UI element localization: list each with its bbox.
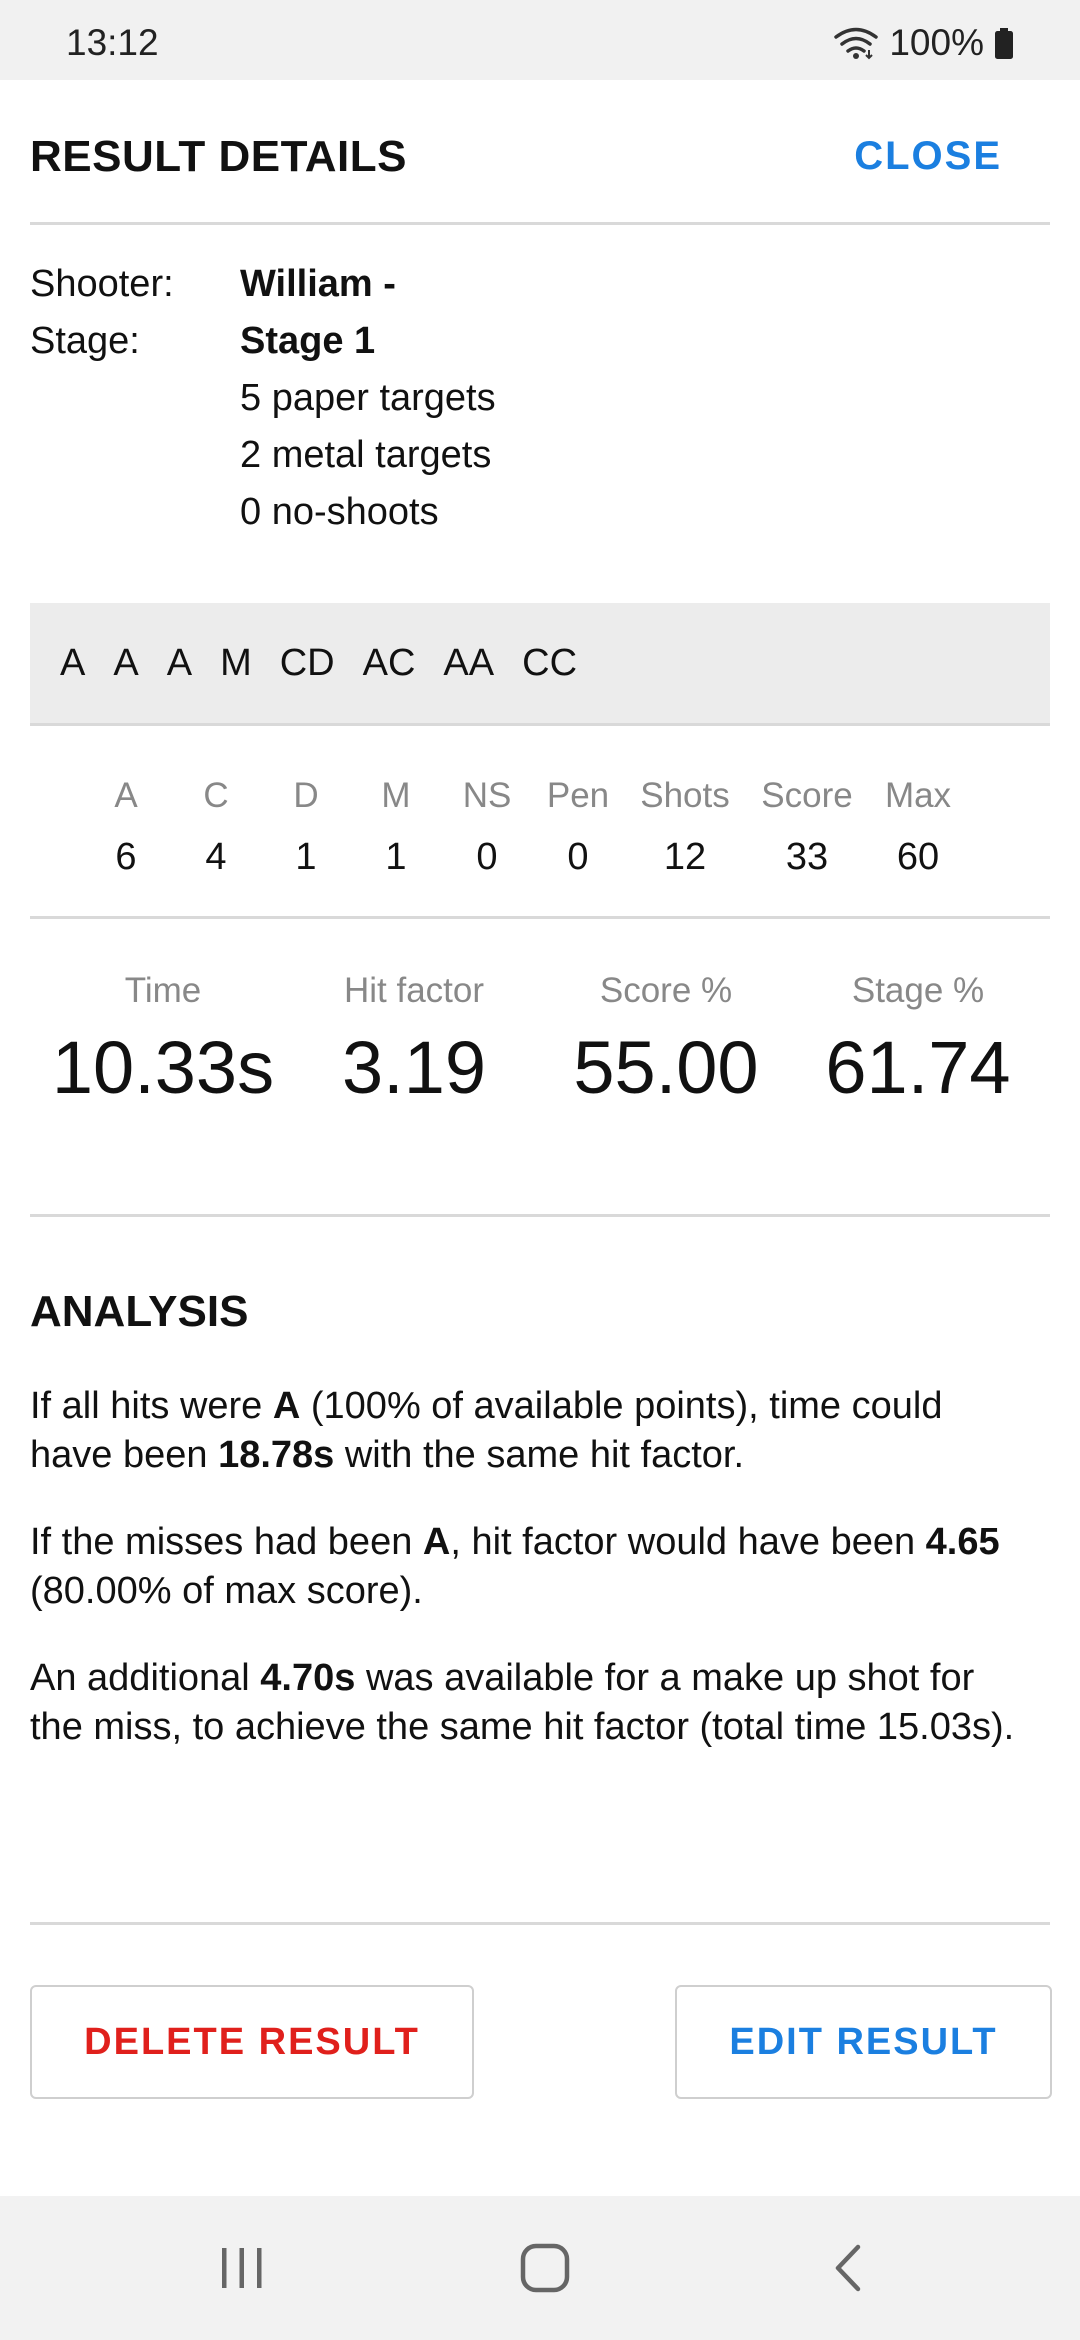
count-header: Shots: [640, 776, 730, 815]
analysis-emphasis: A: [272, 1385, 301, 1427]
hit-item: AC: [362, 641, 416, 684]
count-header: Max: [884, 776, 952, 815]
count-value: 0: [567, 836, 589, 878]
shooter-stage-info: Shooter: William - Stage: Stage 1 5 pape…: [30, 225, 1050, 603]
hit-item: CC: [522, 641, 578, 684]
stat-label: Time: [124, 971, 202, 1010]
hit-item: A: [113, 641, 139, 684]
count-header: NS: [462, 776, 512, 815]
count-col-d: D 1: [293, 726, 318, 878]
analysis-text: If the misses had been: [30, 1521, 423, 1563]
battery-percent: 100%: [889, 22, 984, 63]
stat-value: 10.33s: [51, 1026, 275, 1109]
count-col-score: Score 33: [761, 726, 852, 878]
count-value: 33: [785, 836, 829, 878]
count-header: A: [114, 776, 138, 815]
navigation-bar: [0, 2196, 1080, 2340]
stat-score-percent: Score % 55.00: [573, 919, 758, 1109]
result-details-dialog: RESULT DETAILS CLOSE Shooter: William - …: [30, 80, 1052, 2205]
stat-label: Hit factor: [343, 971, 485, 1010]
count-value: 0: [476, 836, 498, 878]
count-header: Pen: [546, 776, 610, 815]
count-header: Score: [761, 776, 853, 815]
home-icon[interactable]: [485, 2196, 605, 2340]
analysis-emphasis: 4.70s: [260, 1657, 356, 1699]
stage-name: Stage 1: [240, 320, 376, 362]
analysis-emphasis: 4.65: [925, 1521, 1000, 1563]
dialog-title: RESULT DETAILS: [30, 132, 407, 181]
hit-counts-table: A 6 C 4 D 1 M 1 NS 0 Pen 0 Shots 12 Scor…: [30, 726, 1050, 916]
stage-detail-noshoots: 0 no-shoots: [240, 491, 439, 533]
hit-item: A: [60, 641, 86, 684]
analysis-title: ANALYSIS: [30, 1287, 249, 1336]
analysis-paragraph: If all hits were A (100% of available po…: [30, 1382, 1030, 1480]
hit-item: AA: [443, 641, 495, 684]
stage-label: Stage:: [30, 320, 140, 362]
status-bar: 13:12 100%: [0, 0, 1080, 80]
stat-label: Stage %: [851, 971, 985, 1010]
action-buttons: DELETE RESULT EDIT RESULT: [30, 1925, 1052, 2205]
count-value: 12: [663, 836, 707, 878]
count-col-c: C 4: [203, 726, 228, 878]
hits-list: A A A M CD AC AA CC: [60, 603, 605, 723]
result-summary-stats: Time 10.33s Hit factor 3.19 Score % 55.0…: [30, 919, 1050, 1214]
dialog-header: RESULT DETAILS CLOSE: [30, 80, 1050, 222]
analysis-emphasis: A: [422, 1521, 451, 1563]
hits-sequence-bar: A A A M CD AC AA CC: [30, 603, 1050, 723]
stat-hit-factor: Hit factor 3.19: [342, 919, 486, 1109]
status-time: 13:12: [66, 22, 159, 63]
stat-value: 55.00: [573, 1026, 759, 1109]
stat-stage-percent: Stage % 61.74: [825, 919, 1010, 1109]
count-header: C: [203, 776, 229, 815]
delete-result-button[interactable]: DELETE RESULT: [30, 1985, 474, 2099]
count-col-m: M 1: [381, 726, 410, 878]
stat-value: 61.74: [825, 1026, 1011, 1109]
analysis-paragraph: An additional 4.70s was available for a …: [30, 1654, 1030, 1752]
wifi-icon: [833, 26, 879, 60]
count-value: 1: [295, 836, 317, 878]
analysis-text: with the same hit factor.: [334, 1434, 745, 1476]
count-col-max: Max 60: [885, 726, 951, 878]
analysis-text: (80.00% of max score).: [30, 1570, 423, 1612]
count-col-a: A 6: [114, 726, 137, 878]
back-icon[interactable]: [788, 2196, 908, 2340]
stage-detail-paper: 5 paper targets: [240, 377, 496, 419]
analysis-text: If all hits were: [30, 1385, 273, 1427]
shooter-label: Shooter:: [30, 263, 174, 305]
analysis-paragraph: If the misses had been A, hit factor wou…: [30, 1518, 1030, 1616]
count-col-shots: Shots 12: [640, 726, 730, 878]
analysis-text: , hit factor would have been: [450, 1521, 926, 1563]
shooter-name: William -: [240, 263, 396, 305]
count-value: 4: [205, 836, 227, 878]
close-button[interactable]: CLOSE: [854, 134, 1002, 179]
hit-item: A: [166, 641, 193, 684]
hit-item: M: [220, 641, 252, 684]
stat-time: Time 10.33s: [52, 919, 274, 1109]
count-col-ns: NS 0: [463, 726, 512, 878]
count-col-pen: Pen 0: [547, 726, 609, 878]
edit-result-button[interactable]: EDIT RESULT: [675, 1985, 1052, 2099]
count-value: 60: [896, 836, 940, 878]
analysis-section: ANALYSIS If all hits were A (100% of ava…: [30, 1217, 1050, 1922]
analysis-emphasis: 18.78s: [218, 1434, 335, 1476]
count-header: D: [293, 776, 319, 815]
stat-value: 3.19: [341, 1026, 487, 1109]
stage-detail-metal: 2 metal targets: [240, 434, 492, 476]
recent-apps-icon[interactable]: [182, 2196, 302, 2340]
count-value: 1: [385, 836, 407, 878]
hit-item: CD: [279, 641, 335, 684]
status-indicators: 100%: [833, 22, 1014, 64]
analysis-text: An additional: [30, 1657, 261, 1699]
count-header: M: [381, 776, 411, 815]
stat-label: Score %: [599, 971, 733, 1010]
count-value: 6: [115, 836, 137, 878]
battery-icon: [994, 26, 1014, 60]
